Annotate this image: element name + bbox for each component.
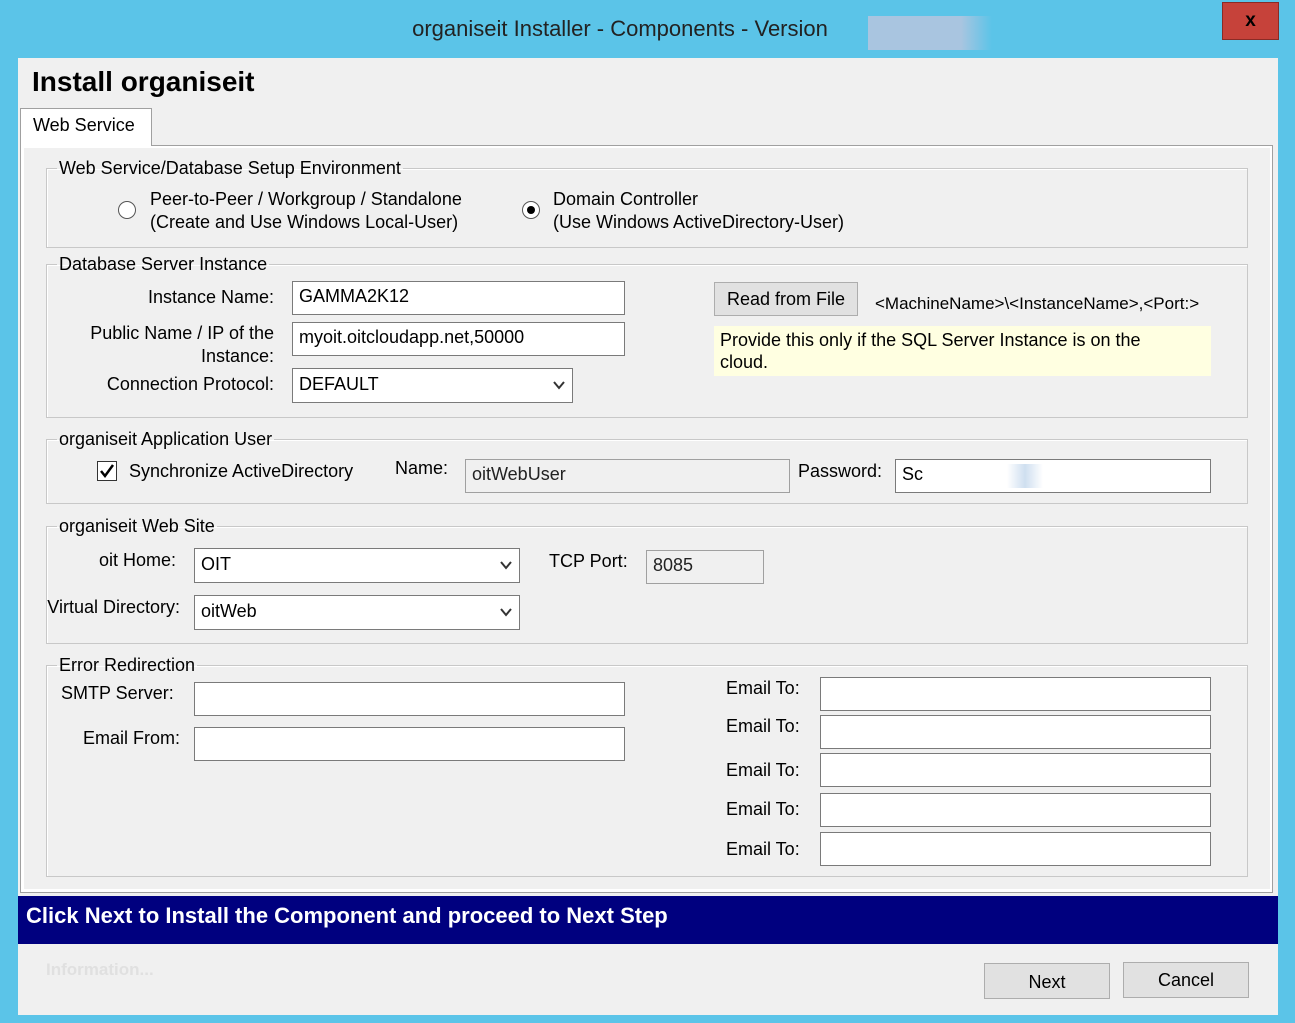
sync-activedirectory-checkbox[interactable] — [97, 461, 117, 481]
cloud-hint-line-2: cloud. — [720, 352, 769, 372]
read-from-file-button[interactable]: Read from File — [714, 282, 858, 316]
app-user-legend: organiseit Application User — [59, 429, 273, 449]
web-site-legend: organiseit Web Site — [59, 516, 215, 536]
information-label: Information... — [46, 960, 154, 979]
radio-peer-label-2: (Create and Use Windows Local-User) — [150, 212, 459, 232]
radio-peer-to-peer[interactable] — [118, 201, 136, 219]
virtual-directory-select[interactable]: oitWeb — [194, 595, 520, 630]
db-instance-legend: Database Server Instance — [59, 254, 268, 274]
cancel-button[interactable]: Cancel — [1123, 962, 1249, 998]
user-name-field: oitWebUser — [465, 459, 790, 493]
instance-format-hint: <MachineName>\<InstanceName>,<Port:> — [875, 294, 1200, 313]
radio-domain-controller[interactable] — [522, 201, 540, 219]
instance-name-label: Instance Name: — [147, 287, 274, 307]
tcp-port-field: 8085 — [646, 550, 764, 584]
public-name-label-1: Public Name / IP of the — [90, 323, 274, 343]
error-redirection-legend: Error Redirection — [59, 655, 196, 675]
window-title: organiseit Installer - Components - Vers… — [412, 16, 828, 41]
connection-protocol-select[interactable]: DEFAULT — [292, 368, 573, 403]
smtp-server-input[interactable] — [194, 682, 625, 716]
chevron-down-icon — [500, 561, 512, 570]
email-to-label: Email To: — [726, 678, 800, 698]
tcp-port-label: TCP Port: — [549, 551, 628, 571]
version-redaction — [868, 16, 992, 50]
chevron-down-icon — [553, 381, 565, 390]
virtual-directory-label: Virtual Directory: — [47, 597, 180, 617]
cloud-hint-line-1: Provide this only if the SQL Server Inst… — [720, 330, 1141, 350]
user-name-label: Name: — [395, 458, 449, 478]
cloud-hint: Provide this only if the SQL Server Inst… — [714, 326, 1211, 376]
email-to-label: Email To: — [726, 716, 800, 736]
oit-home-label: oit Home: — [98, 550, 176, 570]
email-to-input[interactable] — [820, 832, 1211, 866]
password-label: Password: — [798, 461, 883, 481]
instruction-banner: Click Next to Install the Component and … — [18, 896, 1278, 944]
radio-domain-label-1: Domain Controller — [553, 189, 699, 209]
tab-web-service[interactable]: Web Service — [20, 108, 152, 146]
page-title: Install organiseit — [32, 66, 255, 97]
email-to-input[interactable] — [820, 677, 1211, 711]
email-to-label: Email To: — [726, 760, 800, 780]
email-to-input[interactable] — [820, 715, 1211, 749]
radio-peer-label-1: Peer-to-Peer / Workgroup / Standalone — [150, 189, 462, 209]
virtual-directory-value: oitWeb — [201, 601, 257, 621]
password-redaction — [923, 464, 1043, 488]
email-to-label: Email To: — [726, 799, 800, 819]
oit-home-select[interactable]: OIT — [194, 548, 520, 583]
public-name-label-2: Instance: — [200, 346, 274, 366]
email-from-label: Email From: — [83, 728, 181, 748]
email-to-input[interactable] — [820, 753, 1211, 787]
oit-home-value: OIT — [201, 554, 231, 574]
checkmark-icon — [100, 464, 115, 479]
close-button[interactable]: x — [1222, 2, 1279, 40]
chevron-down-icon — [500, 608, 512, 617]
instance-name-input[interactable]: GAMMA2K12 — [292, 281, 625, 315]
connection-protocol-label: Connection Protocol: — [106, 374, 274, 394]
email-from-input[interactable] — [194, 727, 625, 761]
sync-activedirectory-label: Synchronize ActiveDirectory — [129, 461, 354, 481]
email-to-label: Email To: — [726, 839, 800, 859]
next-button[interactable]: Next — [984, 963, 1110, 999]
smtp-server-label: SMTP Server: — [61, 683, 174, 703]
environment-legend: Web Service/Database Setup Environment — [59, 158, 401, 178]
email-to-input[interactable] — [820, 793, 1211, 827]
radio-domain-label-2: (Use Windows ActiveDirectory-User) — [553, 212, 845, 232]
public-name-input[interactable]: myoit.oitcloudapp.net,50000 — [292, 322, 625, 356]
radio-selected-dot — [527, 206, 535, 214]
connection-protocol-value: DEFAULT — [299, 374, 379, 394]
